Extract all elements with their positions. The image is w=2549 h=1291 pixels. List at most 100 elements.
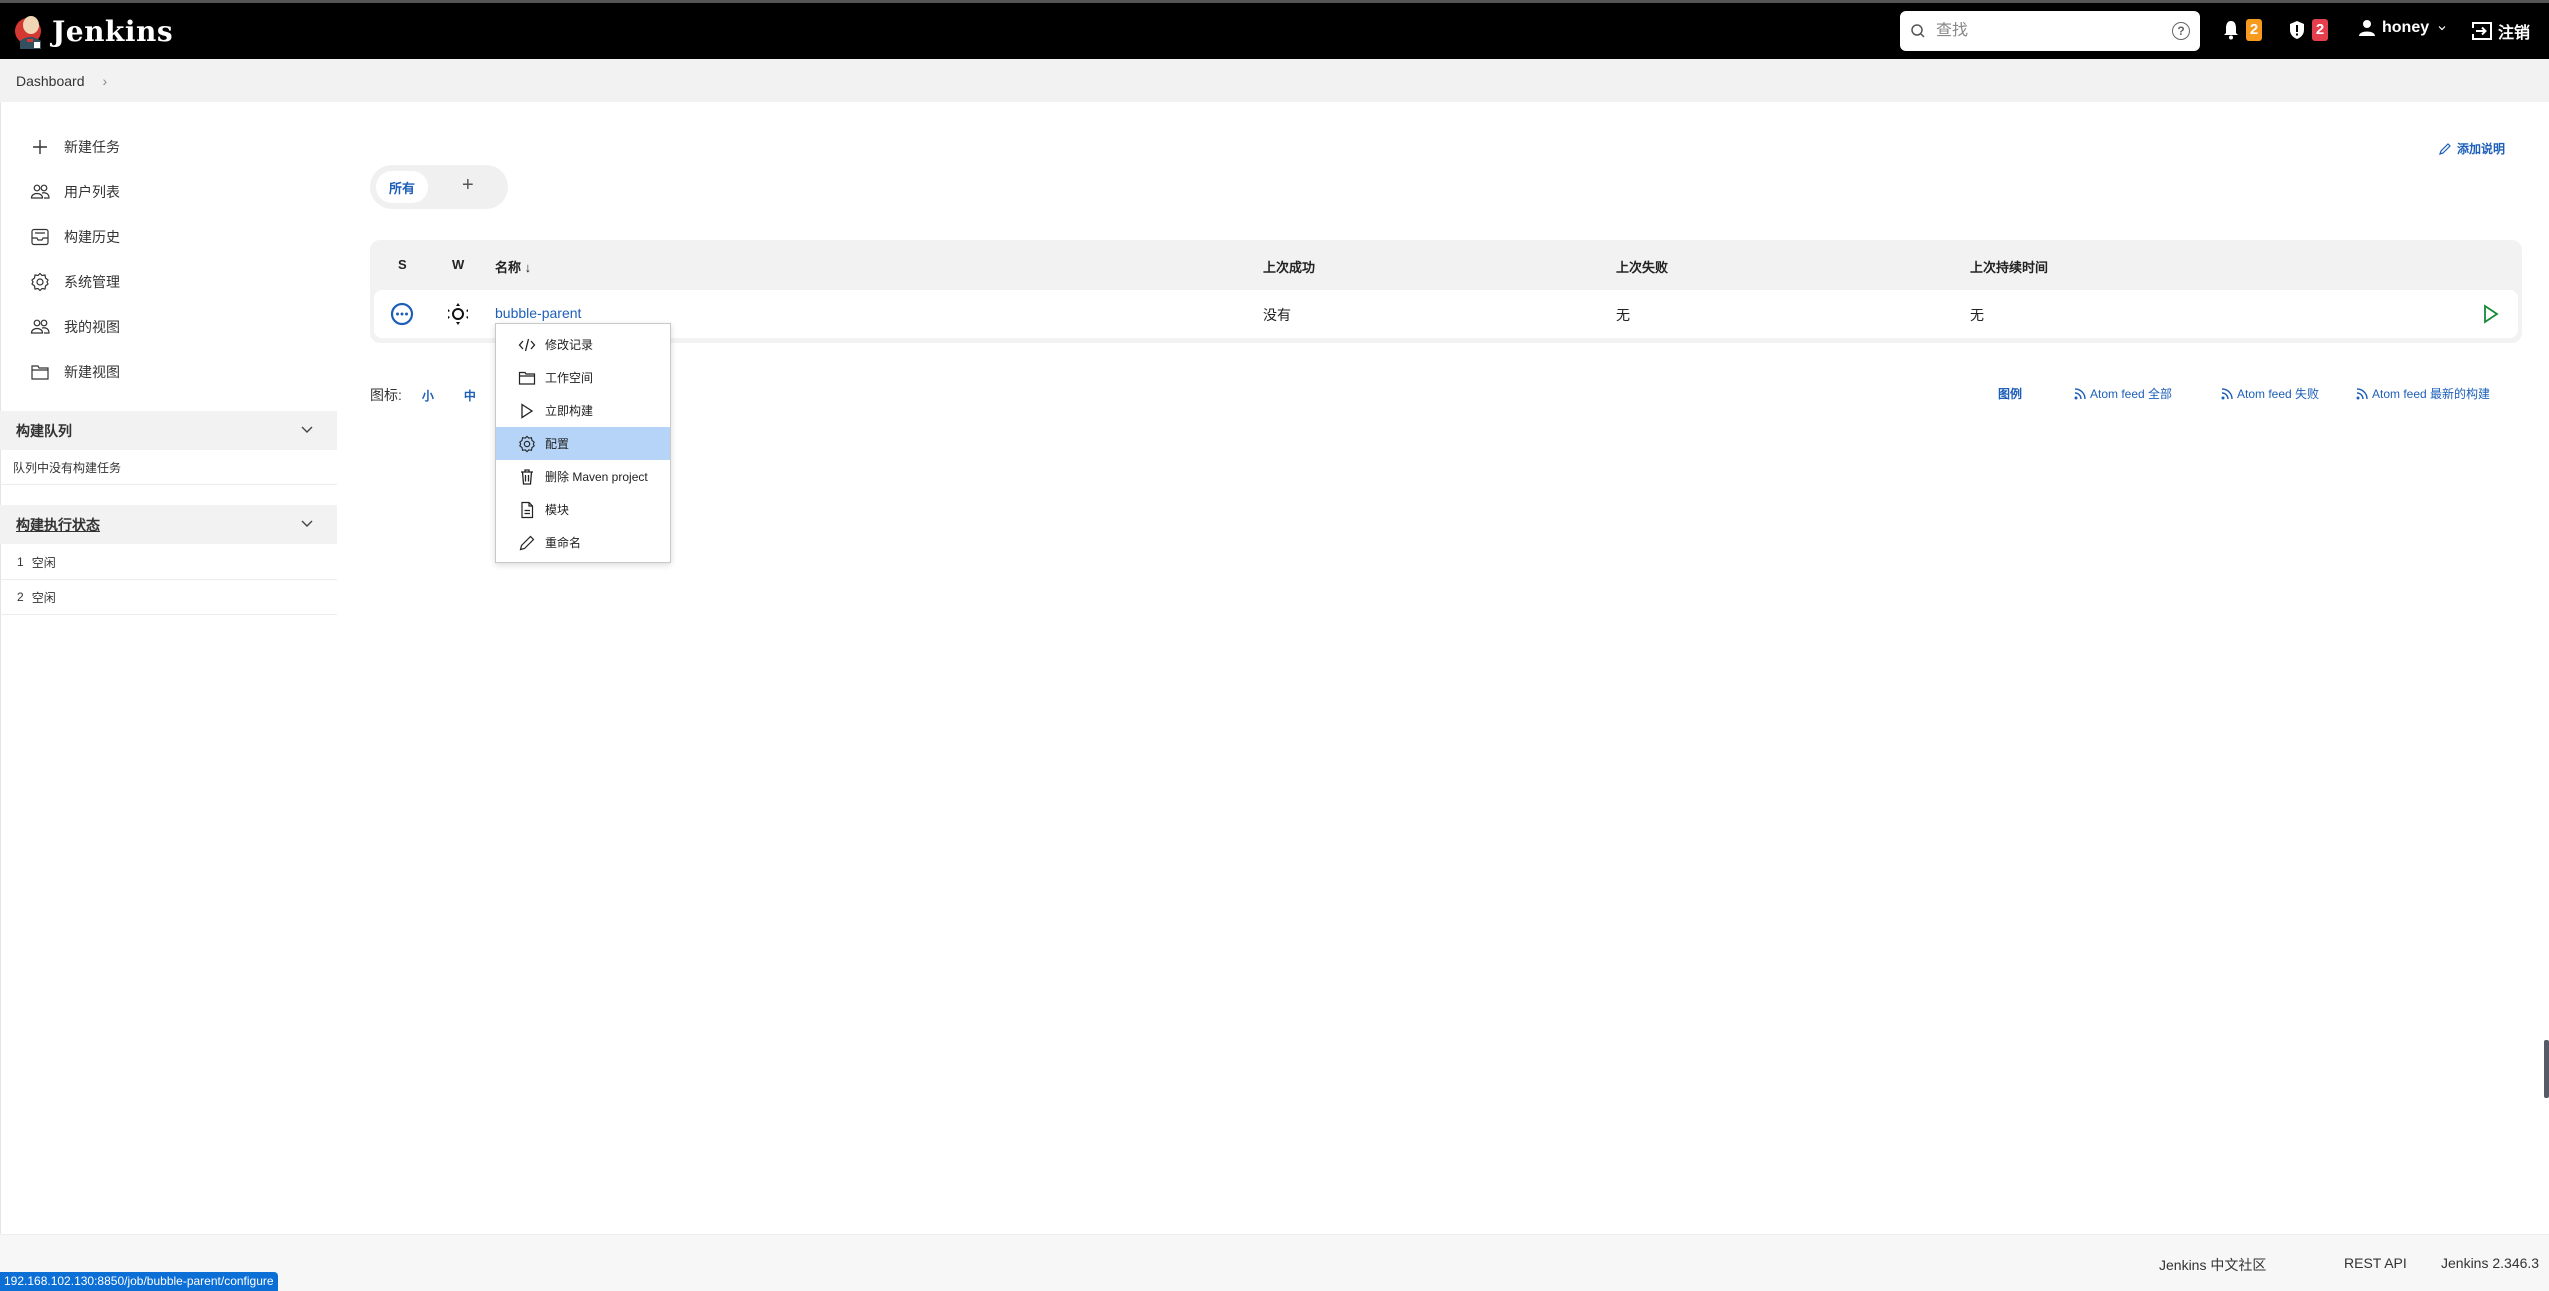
breadcrumb-dashboard[interactable]: Dashboard — [16, 73, 85, 89]
col-header-last-success[interactable]: 上次成功 — [1263, 257, 1315, 276]
plus-icon — [33, 140, 47, 154]
menu-item-label: 删除 Maven project — [545, 470, 648, 484]
jenkins-butler-icon — [14, 13, 46, 49]
menu-item-rename[interactable]: 重命名 — [496, 526, 670, 559]
icon-size-medium[interactable]: 中 — [464, 387, 476, 404]
job-link-bubble-parent[interactable]: bubble-parent — [495, 305, 581, 321]
executor-row: 2 空闲 — [0, 580, 337, 615]
user-icon — [2359, 20, 2375, 36]
sidebar-item-label: 构建历史 — [64, 229, 120, 245]
legend-label: 图例 — [1998, 387, 2023, 401]
help-icon[interactable]: ? — [2172, 22, 2190, 40]
tab-all[interactable]: 所有 — [376, 171, 428, 203]
atom-feed-all-link[interactable]: Atom feed 全部 — [2074, 385, 2172, 402]
search-input[interactable] — [1936, 22, 2156, 40]
feed-label: Atom feed 最新的构建 — [2372, 387, 2491, 401]
build-queue-header[interactable]: 构建队列 — [0, 411, 337, 450]
notifications-badge: 2 — [2246, 19, 2262, 41]
top-header: Jenkins ? 2 2 honey 注销 — [0, 3, 2549, 59]
add-description-label: 添加说明 — [2457, 142, 2506, 156]
play-build-icon[interactable] — [2482, 304, 2500, 324]
last-success-cell: 没有 — [1263, 307, 1291, 323]
jenkins-logo-link[interactable]: Jenkins — [14, 13, 173, 49]
footer-rest-api-link[interactable]: REST API — [2344, 1255, 2407, 1271]
search-box[interactable]: ? — [1900, 11, 2200, 51]
document-icon — [521, 501, 534, 518]
sidebar-item-new-job[interactable]: 新建任务 — [30, 135, 120, 159]
col-header-weather[interactable]: W — [452, 257, 464, 272]
icon-size-selector: 图标: 小 中 — [370, 385, 476, 405]
last-duration-cell: 无 — [1970, 307, 1984, 323]
executors-title[interactable]: 构建执行状态 — [16, 515, 100, 535]
job-context-menu: 修改记录 工作空间 立即构建 配置 删除 Maven project 模块 重命… — [495, 323, 671, 563]
sidebar-item-users[interactable]: 用户列表 — [30, 180, 120, 204]
sidebar-item-new-view[interactable]: 新建视图 — [30, 360, 120, 384]
folder-icon — [31, 365, 49, 380]
add-view-tab[interactable]: + — [462, 174, 474, 197]
app-title: Jenkins — [52, 14, 174, 48]
menu-item-changes[interactable]: 修改记录 — [496, 328, 670, 361]
icon-size-small[interactable]: 小 — [422, 387, 434, 404]
col-header-last-duration[interactable]: 上次持续时间 — [1970, 257, 2048, 276]
page-left-border — [0, 102, 1, 1234]
folder-icon — [518, 371, 536, 385]
last-failure-cell: 无 — [1616, 307, 1630, 323]
sidebar-item-build-history[interactable]: 构建历史 — [30, 225, 120, 249]
sidebar-item-label: 我的视图 — [64, 319, 120, 335]
col-header-name[interactable]: 名称 ↓ — [495, 257, 531, 276]
footer-community-link[interactable]: Jenkins 中文社区 — [2159, 1255, 2266, 1275]
menu-item-label: 配置 — [545, 437, 570, 451]
users-icon — [30, 319, 50, 334]
menu-item-build-now[interactable]: 立即构建 — [496, 394, 670, 427]
menu-item-label: 工作空间 — [545, 371, 594, 385]
chevron-down-icon — [2438, 26, 2446, 31]
sunny-weather-icon — [448, 303, 468, 325]
sidebar-item-label: 新建视图 — [64, 364, 120, 380]
add-description-link[interactable]: 添加说明 — [2438, 140, 2505, 157]
col-header-last-failure[interactable]: 上次失败 — [1616, 257, 1668, 276]
menu-item-configure[interactable]: 配置 — [496, 427, 670, 460]
atom-feed-latest-link[interactable]: Atom feed 最新的构建 — [2356, 385, 2490, 402]
table-row: bubble-parent 没有 无 无 — [374, 290, 2518, 338]
security-badge: 2 — [2312, 19, 2328, 41]
build-queue-title: 构建队列 — [16, 422, 72, 439]
logout-button[interactable]: 注销 — [2472, 19, 2530, 43]
notifications-button[interactable]: 2 — [2222, 19, 2262, 41]
user-menu[interactable]: honey — [2358, 19, 2447, 37]
logout-label: 注销 — [2498, 25, 2531, 42]
pencil-icon — [2439, 142, 2451, 155]
sidebar-item-my-views[interactable]: 我的视图 — [30, 315, 120, 339]
icon-size-label: 图标: — [370, 387, 402, 403]
sidebar-item-label: 用户列表 — [64, 184, 120, 200]
rss-icon — [2221, 387, 2233, 399]
users-icon — [30, 184, 50, 199]
menu-item-modules[interactable]: 模块 — [496, 493, 670, 526]
chevron-down-icon[interactable] — [299, 421, 315, 437]
executor-number: 2 — [17, 590, 24, 604]
executors-header[interactable]: 构建执行状态 — [0, 505, 337, 544]
trash-icon — [521, 468, 533, 485]
logout-icon — [2472, 22, 2492, 40]
sidebar-item-manage[interactable]: 系统管理 — [30, 270, 120, 294]
chevron-down-icon[interactable] — [299, 515, 315, 531]
security-button[interactable]: 2 — [2288, 19, 2328, 41]
bell-icon — [2224, 21, 2238, 40]
menu-item-label: 模块 — [545, 503, 570, 517]
username: honey — [2382, 19, 2430, 36]
menu-item-label: 修改记录 — [545, 338, 594, 352]
menu-item-delete[interactable]: 删除 Maven project — [496, 460, 670, 493]
sidebar-item-label: 新建任务 — [64, 139, 120, 155]
legend-link[interactable]: 图例 — [1998, 385, 2022, 402]
scrollbar-thumb[interactable] — [2544, 1040, 2549, 1098]
atom-feed-failed-link[interactable]: Atom feed 失败 — [2221, 385, 2319, 402]
gear-icon — [31, 272, 49, 292]
col-header-status[interactable]: S — [398, 257, 407, 272]
jobs-table: S W 名称 ↓ 上次成功 上次失败 上次持续时间 bubble-parent … — [370, 240, 2522, 343]
footer-version-link[interactable]: Jenkins 2.346.3 — [2441, 1255, 2539, 1271]
search-icon — [1911, 24, 1925, 38]
breadcrumb-chevron-icon[interactable]: › — [103, 73, 108, 89]
rss-icon — [2074, 387, 2086, 399]
menu-item-workspace[interactable]: 工作空间 — [496, 361, 670, 394]
inbox-icon — [31, 228, 49, 246]
shield-alert-icon — [2290, 21, 2304, 39]
